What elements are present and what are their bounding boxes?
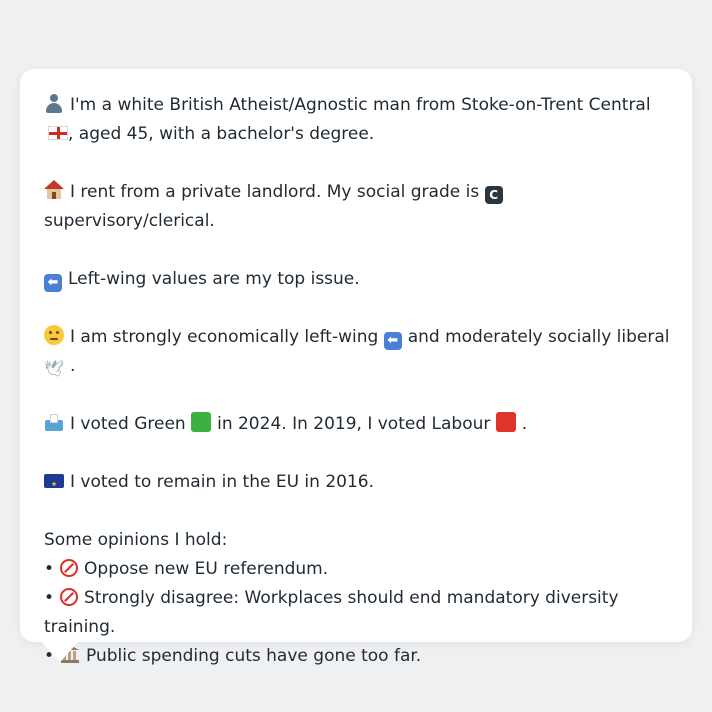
identity-tail: , aged 45, with a bachelor's degree. xyxy=(68,124,375,144)
opinions-heading: Some opinions I hold: xyxy=(44,530,228,550)
list-item: • Oppose new EU referendum. xyxy=(44,555,674,584)
opinion-text: Public spending cuts have gone too far. xyxy=(86,646,422,666)
no-entry-icon xyxy=(60,588,79,606)
message-card: I'm a white British Atheist/Agnostic man… xyxy=(20,69,692,666)
vote-paragraph: I voted Green in 2024. In 2019, I voted … xyxy=(44,410,674,439)
identity-text: I'm a white British Atheist/Agnostic man… xyxy=(70,95,651,115)
green-square-icon xyxy=(191,412,212,432)
left-arrow-icon: ⬅ xyxy=(383,332,402,350)
opinions-list: • Oppose new EU referendum. • Strongly dis… xyxy=(44,555,674,671)
housing-paragraph: I rent from a private landlord. My socia… xyxy=(44,178,674,236)
ideology-paragraph: I am strongly economically left-wing ⬅ an… xyxy=(44,323,674,381)
thinking-face-icon xyxy=(44,325,64,345)
left-arrow-icon: ⬅ xyxy=(44,274,62,292)
dove-icon: 🕊 xyxy=(44,359,65,378)
list-item: • Strongly disagree: Workplaces should en… xyxy=(44,584,674,642)
ideology-end: . xyxy=(70,356,76,376)
identity-paragraph: I'm a white British Atheist/Agnostic man… xyxy=(44,91,674,149)
bullet: • xyxy=(44,588,55,608)
vote-2019-text: in 2024. In 2019, I voted Labour xyxy=(217,414,491,434)
eu-paragraph: I voted to remain in the EU in 2016. xyxy=(44,468,674,499)
person-silhouette-icon xyxy=(44,93,64,113)
list-item: • Public spending cuts have gone too far. xyxy=(44,642,674,671)
ideology-economic: I am strongly economically left-wing xyxy=(70,327,379,347)
vote-end: . xyxy=(521,414,528,434)
bullet: • xyxy=(44,559,55,579)
ballot-box-icon xyxy=(44,412,64,432)
england-flag-icon xyxy=(48,126,68,140)
housing-text: I rent from a private landlord. My socia… xyxy=(70,182,480,202)
top-issue-paragraph: ⬅ Left-wing values are my top issue. xyxy=(44,265,674,294)
no-entry-icon xyxy=(60,559,79,577)
top-issue-text: Left-wing values are my top issue. xyxy=(68,269,360,289)
eu-vote-text: I voted to remain in the EU in 2016. xyxy=(70,472,374,492)
opinion-text: Strongly disagree: Workplaces should end… xyxy=(44,588,619,637)
letter-c-badge-icon: C xyxy=(484,186,503,204)
red-square-icon xyxy=(495,412,516,432)
speech-bubble-tail xyxy=(40,640,80,662)
eu-flag-icon xyxy=(44,470,64,499)
opinion-text: Oppose new EU referendum. xyxy=(84,559,329,579)
ideology-social: and moderately socially liberal xyxy=(407,327,670,347)
opinions-section: Some opinions I hold: • Oppose new EU ref… xyxy=(44,526,674,671)
house-icon xyxy=(44,180,64,200)
grade-description: supervisory/clerical. xyxy=(44,211,215,231)
vote-2024-text: I voted Green xyxy=(70,414,186,434)
